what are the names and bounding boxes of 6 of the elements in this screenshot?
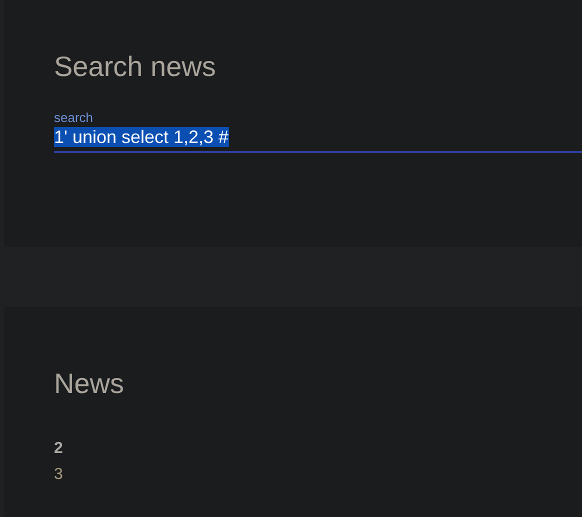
section-title: Search news bbox=[54, 50, 216, 84]
news-item: 2 bbox=[54, 439, 63, 459]
search-field[interactable]: 1' union select 1,2,3 # bbox=[54, 126, 582, 153]
section-title: News bbox=[54, 367, 124, 401]
field-label: search bbox=[54, 110, 94, 126]
news-item: 3 bbox=[54, 465, 63, 485]
